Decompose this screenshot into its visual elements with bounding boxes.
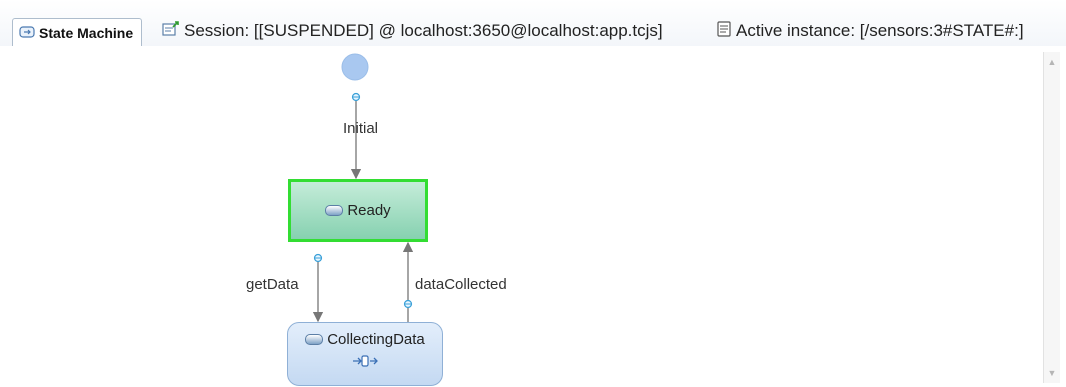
transition-label-get-data[interactable]: getData xyxy=(246,276,299,293)
transition-label-data-collected[interactable]: dataCollected xyxy=(415,276,507,293)
anchor-icon xyxy=(313,253,323,263)
initial-pseudostate-icon[interactable] xyxy=(341,53,369,81)
state-label: Ready xyxy=(347,202,391,219)
state-icon xyxy=(325,205,344,216)
state-collecting-data[interactable]: CollectingData xyxy=(287,322,443,386)
state-label: CollectingData xyxy=(327,331,425,348)
anchor-icon xyxy=(351,92,361,102)
transition-edges xyxy=(312,53,414,323)
scroll-down-icon[interactable]: ▼ xyxy=(1044,365,1060,381)
submachine-icon xyxy=(352,354,378,371)
anchor-icon xyxy=(403,299,413,309)
state-ready[interactable]: Ready xyxy=(288,179,428,242)
state-icon xyxy=(305,334,324,345)
vertical-scrollbar[interactable]: ▲ ▼ xyxy=(1043,52,1060,383)
transition-label-initial[interactable]: Initial xyxy=(343,120,378,137)
scroll-up-icon[interactable]: ▲ xyxy=(1044,54,1060,70)
